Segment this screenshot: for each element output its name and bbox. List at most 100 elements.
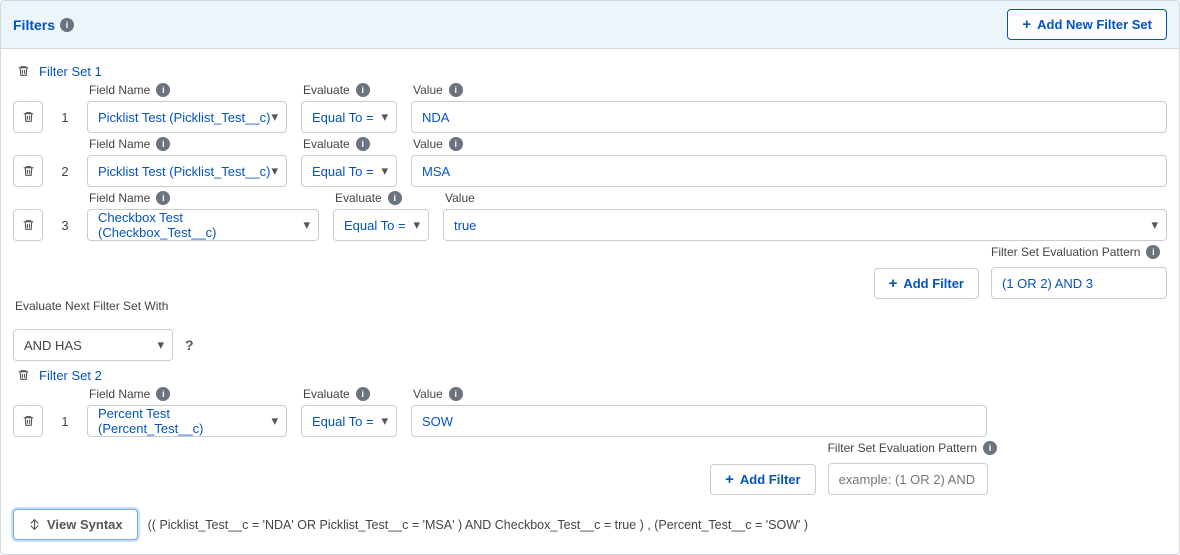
field-name-select[interactable]: Checkbox Test (Checkbox_Test__c) ▾ [87,209,319,241]
value-input[interactable] [411,101,1167,133]
info-icon[interactable]: i [388,191,402,205]
plus-icon: + [1022,17,1031,32]
chevron-down-icon: ▾ [271,413,278,429]
evaluate-select[interactable]: Equal To = ▾ [301,405,397,437]
chevron-down-icon: ▾ [381,163,388,179]
field-name-value: Picklist Test (Picklist_Test__c) [98,164,270,179]
evaluate-select[interactable]: Equal To = ▾ [333,209,429,241]
row-number: 1 [57,414,73,429]
info-icon[interactable]: i [449,137,463,151]
info-icon[interactable]: i [156,191,170,205]
filter-set-2-title: Filter Set 2 [39,368,102,383]
pattern-input[interactable] [828,463,988,495]
add-new-filter-set-button[interactable]: + Add New Filter Set [1007,9,1167,40]
delete-row-button[interactable] [13,405,43,437]
chevron-down-icon: ▾ [1151,217,1158,233]
field-name-label: Field Name [89,387,150,401]
delete-row-button[interactable] [13,155,43,187]
chevron-down-icon: ▾ [381,109,388,125]
field-name-label: Field Name [89,83,150,97]
syntax-text: (( Picklist_Test__c = 'NDA' OR Picklist_… [148,518,808,532]
row-labels: Field Namei Evaluatei Valuei [13,387,1167,405]
field-name-label: Field Name [89,137,150,151]
chevron-down-icon: ▾ [271,109,278,125]
field-name-label: Field Name [89,191,150,205]
chevron-down-icon: ▾ [303,217,310,233]
field-name-value: Checkbox Test (Checkbox_Test__c) [98,210,303,240]
value-text: true [454,218,476,233]
help-icon[interactable]: ? [185,337,194,353]
evaluate-next-label: Evaluate Next Filter Set With [15,299,1167,313]
filter-row: 3 Checkbox Test (Checkbox_Test__c) ▾ Equ… [13,209,1167,241]
delete-row-button[interactable] [13,101,43,133]
filter-row: 1 Percent Test (Percent_Test__c) ▾ Equal… [13,405,1167,437]
evaluate-select[interactable]: Equal To = ▾ [301,101,397,133]
value-label: Value [413,387,443,401]
info-icon[interactable]: i [156,387,170,401]
evaluate-select[interactable]: Equal To = ▾ [301,155,397,187]
plus-icon: + [889,276,898,291]
evaluate-value: Equal To = [312,164,374,179]
view-syntax-button[interactable]: View Syntax [13,509,138,540]
set2-footer: + Add Filter Filter Set Evaluation Patte… [13,441,1167,495]
info-icon[interactable]: i [356,83,370,97]
set1-footer: + Add Filter Filter Set Evaluation Patte… [13,245,1167,299]
pattern-input[interactable] [991,267,1167,299]
info-icon[interactable]: i [1146,245,1160,259]
evaluate-label: Evaluate [303,83,350,97]
evaluate-next-value: AND HAS [24,338,82,353]
info-icon[interactable]: i [983,441,997,455]
row-labels: Field Namei Evaluatei Valuei [13,137,1167,155]
evaluate-next-row: AND HAS ▾ ? [13,329,1167,361]
row-labels: Field Name i Evaluate i Value [13,191,1167,209]
info-icon[interactable]: i [156,137,170,151]
value-input[interactable] [411,405,987,437]
arrows-icon [28,518,41,531]
filters-header: Filters i + Add New Filter Set [1,1,1179,49]
info-icon[interactable]: i [156,83,170,97]
filters-title-text: Filters [13,17,55,33]
info-icon[interactable]: i [356,387,370,401]
add-filter-label: Add Filter [740,472,801,487]
info-icon[interactable]: i [356,137,370,151]
field-name-value: Picklist Test (Picklist_Test__c) [98,110,270,125]
add-filter-button[interactable]: + Add Filter [710,464,815,495]
value-input[interactable] [411,155,1167,187]
trash-icon[interactable] [15,367,31,383]
filter-set-2-header: Filter Set 2 [15,367,1167,383]
plus-icon: + [725,472,734,487]
value-select[interactable]: true ▾ [443,209,1167,241]
field-name-select[interactable]: Picklist Test (Picklist_Test__c) ▾ [87,101,287,133]
add-filter-button[interactable]: + Add Filter [874,268,979,299]
evaluate-label: Evaluate [303,387,350,401]
filter-row: 2 Picklist Test (Picklist_Test__c) ▾ Equ… [13,155,1167,187]
field-name-select[interactable]: Picklist Test (Picklist_Test__c) ▾ [87,155,287,187]
evaluate-next-select[interactable]: AND HAS ▾ [13,329,173,361]
filter-set-1-header: Filter Set 1 [15,63,1167,79]
chevron-down-icon: ▾ [413,217,420,233]
pattern-label: Filter Set Evaluation Pattern [991,245,1140,259]
delete-row-button[interactable] [13,209,43,241]
chevron-down-icon: ▾ [381,413,388,429]
row-number: 1 [57,110,73,125]
info-icon[interactable]: i [449,83,463,97]
filter-row: 1 Picklist Test (Picklist_Test__c) ▾ Equ… [13,101,1167,133]
add-filter-label: Add Filter [903,276,964,291]
chevron-down-icon: ▾ [271,163,278,179]
value-label: Value [413,83,443,97]
filter-set-1-title: Filter Set 1 [39,64,102,79]
row-labels: Field Namei Evaluatei Valuei [13,83,1167,101]
field-name-select[interactable]: Percent Test (Percent_Test__c) ▾ [87,405,287,437]
info-icon[interactable]: i [449,387,463,401]
syntax-row: View Syntax (( Picklist_Test__c = 'NDA' … [13,509,1167,540]
filters-title: Filters i [13,17,74,33]
view-syntax-label: View Syntax [47,517,123,532]
add-new-filter-set-label: Add New Filter Set [1037,17,1152,32]
info-icon[interactable]: i [60,18,74,32]
value-label: Value [445,191,475,205]
evaluate-label: Evaluate [335,191,382,205]
evaluate-value: Equal To = [312,414,374,429]
evaluate-label: Evaluate [303,137,350,151]
trash-icon[interactable] [15,63,31,79]
chevron-down-icon: ▾ [157,337,164,353]
